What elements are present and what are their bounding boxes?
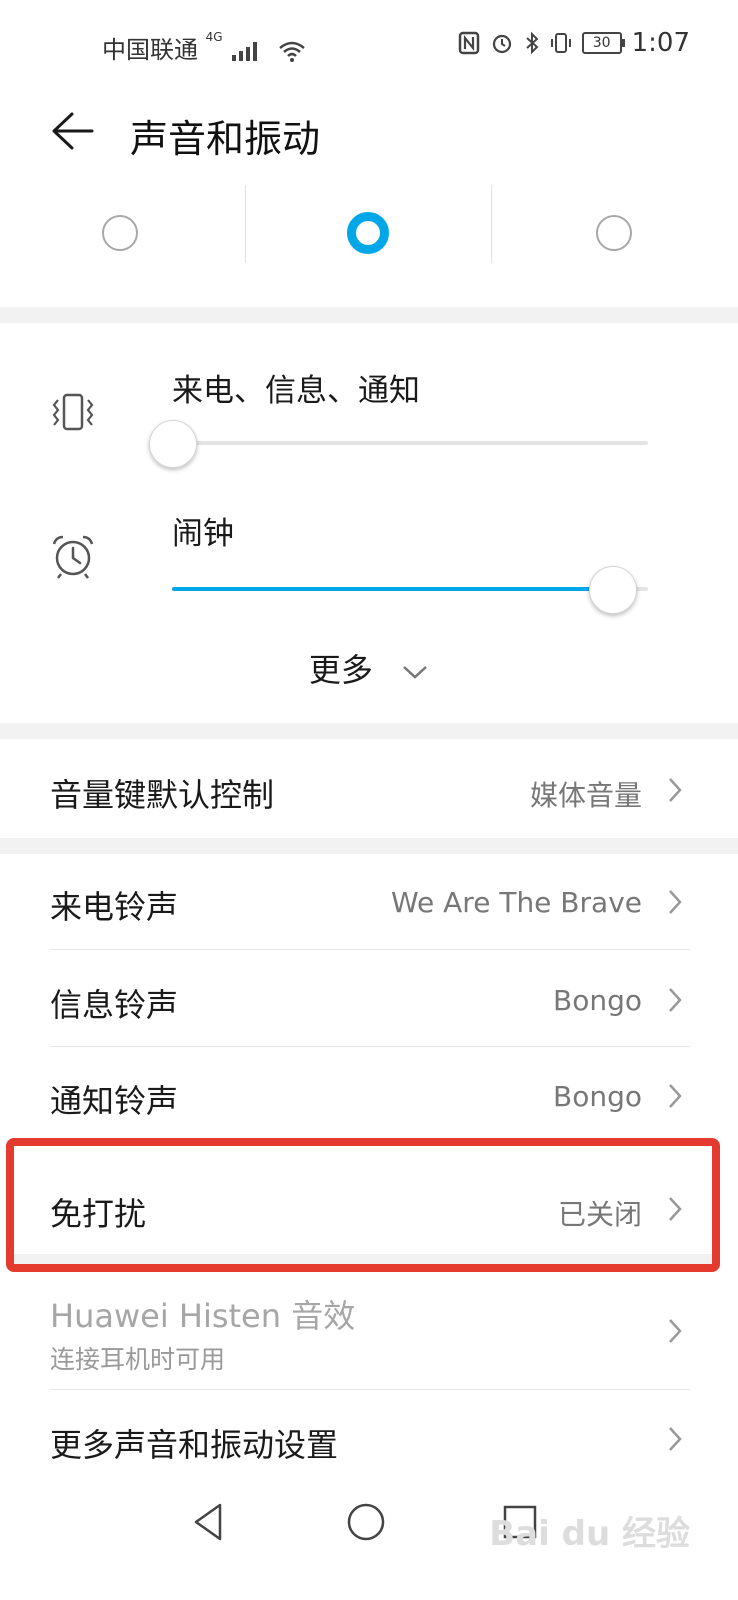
ringtone-label: 来电铃声 [50, 888, 179, 926]
watermark: Bai du 经验 [489, 1514, 690, 1554]
message-tone-value: Bongo [553, 984, 642, 1017]
section-divider [0, 838, 738, 854]
back-arrow-icon [52, 112, 94, 150]
more-label: 更多 [308, 651, 373, 689]
notification-tone-label: 通知铃声 [50, 1082, 179, 1120]
mode-silent-option[interactable] [596, 215, 636, 255]
mode-divider [491, 185, 492, 263]
ringer-volume-slider[interactable] [172, 441, 648, 445]
alarm-clock-icon [52, 535, 94, 579]
notification-tone-value: Bongo [553, 1080, 642, 1113]
wifi-icon [279, 41, 305, 62]
mode-divider [245, 185, 246, 263]
nav-back-icon[interactable] [188, 1500, 232, 1544]
carrier-name: 中国联通 4G [102, 30, 306, 65]
chevron-right-icon [669, 1427, 682, 1451]
chevron-right-icon [669, 1319, 682, 1343]
page-title: 声音和振动 [130, 117, 321, 161]
nav-home-icon[interactable] [344, 1500, 388, 1544]
chevron-right-icon [669, 988, 682, 1012]
radio-icon [596, 215, 632, 251]
alarm-status-icon [492, 34, 511, 54]
highlight-annotation [6, 1138, 720, 1272]
carrier-label: 中国联通 [102, 36, 198, 64]
histen-subtitle: 连接耳机时可用 [50, 1345, 226, 1374]
alarm-slider-thumb[interactable] [589, 566, 637, 614]
radio-selected-icon [347, 212, 389, 254]
histen-label: Huawei Histen 音效 [50, 1297, 356, 1335]
ringer-volume-label: 来电、信息、通知 [172, 373, 420, 409]
chevron-right-icon [669, 890, 682, 914]
alarm-volume-fill [172, 587, 612, 591]
more-settings-label: 更多声音和振动设置 [50, 1426, 339, 1464]
chevron-down-icon [403, 666, 427, 679]
section-divider [0, 307, 738, 323]
battery-icon: 30 [581, 32, 625, 54]
status-icons: 30 1:07 [458, 28, 690, 58]
chevron-right-icon [669, 778, 682, 802]
signal-icon [232, 42, 258, 61]
back-button[interactable] [50, 108, 100, 158]
message-tone-label: 信息铃声 [50, 986, 179, 1024]
mode-ring-option[interactable] [102, 215, 142, 255]
vibrate-status-icon [550, 33, 571, 53]
volume-key-value: 媒体音量 [529, 779, 642, 812]
radio-icon [102, 215, 138, 251]
status-bar: 中国联通 4G 30 1:07 [0, 0, 738, 90]
section-divider [0, 723, 738, 739]
more-volume-button[interactable]: 更多 [0, 645, 738, 691]
ringtone-value: We Are The Brave [390, 886, 642, 919]
nfc-icon [458, 31, 479, 55]
alarm-volume-label: 闹钟 [172, 516, 234, 552]
volume-key-label: 音量键默认控制 [50, 776, 275, 814]
bluetooth-icon [525, 31, 539, 55]
mode-vibrate-option[interactable] [347, 212, 390, 255]
ringer-slider-thumb[interactable] [149, 420, 197, 468]
vibrate-icon [52, 393, 94, 431]
network-type: 4G [205, 30, 223, 44]
clock: 1:07 [631, 28, 690, 58]
chevron-right-icon [669, 1084, 682, 1108]
